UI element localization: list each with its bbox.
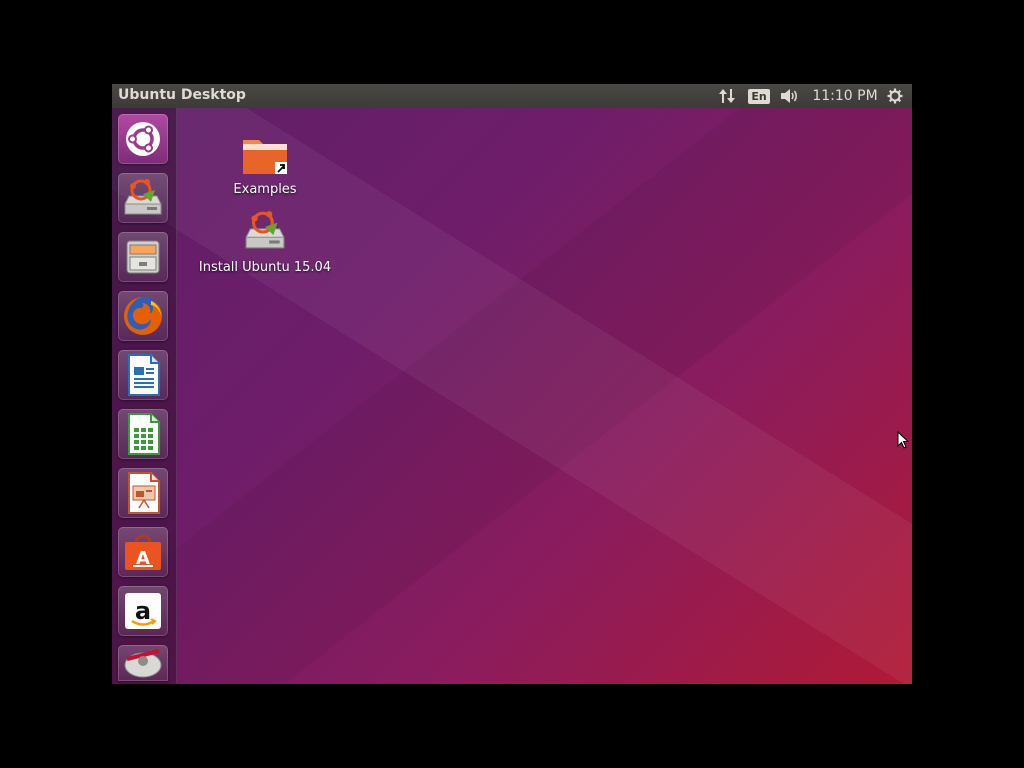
launcher: A a <box>112 108 177 684</box>
settings-icon <box>124 649 162 678</box>
launcher-item-amazon[interactable]: a <box>118 586 168 636</box>
speaker-icon[interactable] <box>778 84 802 108</box>
desktop-icon-install-ubuntu[interactable]: Install Ubuntu 15.04 <box>195 208 335 275</box>
language-label: En <box>748 88 770 104</box>
ubuntu-logo-icon <box>126 122 160 156</box>
installer-icon <box>124 179 162 215</box>
calc-icon <box>128 413 160 455</box>
writer-icon <box>128 354 160 396</box>
network-updown-icon[interactable] <box>716 84 738 108</box>
launcher-item-libreoffice-calc[interactable] <box>118 409 168 459</box>
launcher-item-software-center[interactable]: A <box>118 527 168 577</box>
installer-icon <box>245 211 285 249</box>
desktop-icon-label: Examples <box>233 182 297 197</box>
launcher-item-system-settings[interactable] <box>118 645 168 681</box>
launcher-item-dash[interactable] <box>118 114 168 164</box>
launcher-item-libreoffice-writer[interactable] <box>118 350 168 400</box>
launcher-item-libreoffice-impress[interactable] <box>118 468 168 518</box>
svg-text:a: a <box>135 597 151 625</box>
launcher-item-files[interactable] <box>118 232 168 282</box>
gear-icon[interactable] <box>884 84 906 108</box>
folder-link-icon <box>243 140 287 174</box>
clock[interactable]: 11:10 PM <box>812 84 878 108</box>
panel-title: Ubuntu Desktop <box>118 87 246 103</box>
launcher-item-firefox[interactable] <box>118 291 168 341</box>
impress-icon <box>128 472 160 514</box>
file-cabinet-icon <box>126 240 160 274</box>
mouse-pointer-icon <box>897 431 909 449</box>
amazon-icon: a <box>125 593 161 629</box>
keyboard-language-indicator[interactable]: En <box>748 84 770 108</box>
shopping-bag-icon: A <box>125 534 161 570</box>
launcher-item-install-ubuntu[interactable] <box>118 173 168 223</box>
desktop-screen: Ubuntu Desktop En 11:10 PM A a Examples … <box>112 84 912 684</box>
firefox-icon <box>124 297 162 335</box>
top-panel: Ubuntu Desktop En 11:10 PM <box>112 84 912 108</box>
desktop-icon-examples[interactable]: Examples <box>225 134 305 197</box>
desktop-icon-label: Install Ubuntu 15.04 <box>198 260 332 275</box>
